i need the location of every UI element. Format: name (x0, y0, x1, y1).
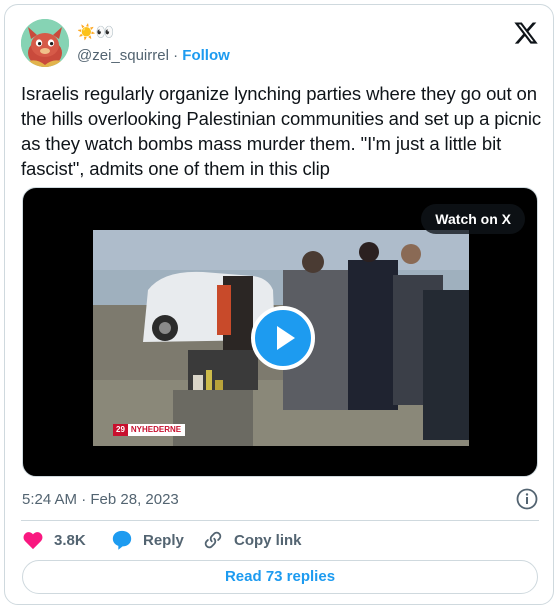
avatar-dragon-illustration (21, 19, 69, 67)
display-name-emoji[interactable]: ☀️👀 (77, 23, 114, 43)
reply-button[interactable]: Reply (111, 528, 184, 552)
reply-bubble-icon (112, 530, 132, 550)
tweet-card: ☀️👀 @zei_squirrel · Follow Israelis regu… (4, 4, 554, 605)
author-handle-row: @zei_squirrel · Follow (77, 46, 230, 66)
author-handle[interactable]: @zei_squirrel (77, 47, 169, 64)
link-icon (204, 531, 222, 549)
play-button[interactable] (251, 306, 315, 370)
tweet-text: Israelis regularly organize lynching par… (21, 83, 542, 179)
info-icon[interactable] (516, 488, 538, 510)
reply-label: Reply (143, 531, 184, 549)
x-logo-icon[interactable] (513, 20, 539, 46)
copy-link-button[interactable]: Copy link (202, 528, 302, 552)
avatar[interactable] (21, 19, 69, 67)
video-player[interactable]: 29 NYHEDERNE Watch on X (22, 187, 538, 477)
watch-on-x-button[interactable]: Watch on X (421, 204, 525, 234)
divider (21, 520, 539, 521)
heart-icon (23, 532, 43, 550)
read-replies-button[interactable]: Read 73 replies (22, 560, 538, 594)
like-button[interactable]: 3.8K (22, 528, 86, 552)
copy-link-label: Copy link (234, 531, 302, 549)
play-icon (277, 326, 295, 350)
broadcast-logo: 29 NYHEDERNE (113, 424, 186, 436)
broadcast-label: NYHEDERNE (130, 425, 182, 434)
separator-dot: · (173, 47, 179, 64)
follow-button[interactable]: Follow (182, 47, 230, 64)
tweet-timestamp[interactable]: 5:24 AM · Feb 28, 2023 (22, 490, 179, 510)
broadcast-number: 29 (113, 424, 128, 436)
like-count: 3.8K (54, 531, 86, 549)
